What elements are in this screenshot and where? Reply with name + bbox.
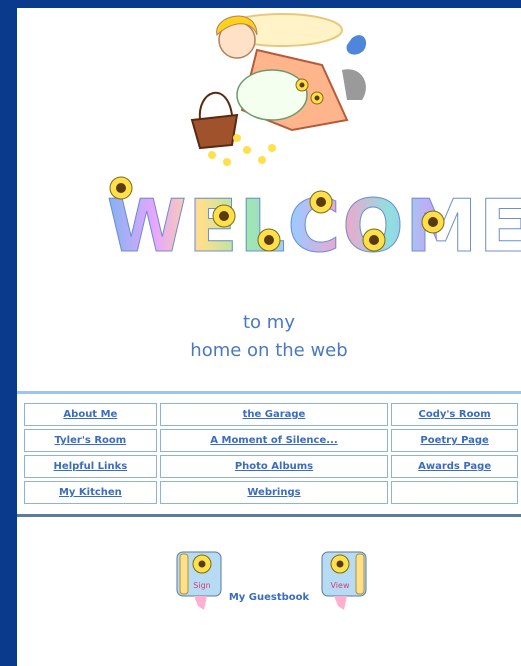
sunflower-icon (309, 190, 333, 214)
nav-panel: About Me the Garage Cody's Room Tyler's … (17, 391, 521, 517)
link-my-kitchen[interactable]: My Kitchen (59, 487, 122, 498)
nav-row: My Kitchen Webrings (24, 481, 518, 504)
nav-cell: Photo Albums (159, 455, 389, 478)
nav-cell: Webrings (159, 481, 389, 504)
nav-cell: the Garage (159, 403, 389, 426)
nav-cell: A Moment of Silence... (159, 429, 389, 452)
sign-label: Sign (193, 581, 210, 590)
nav-row: About Me the Garage Cody's Room (24, 403, 518, 426)
nav-cell: About Me (24, 403, 157, 426)
nav-cell: Cody's Room (391, 403, 518, 426)
nav-cell: My Kitchen (24, 481, 157, 504)
link-awards-page[interactable]: Awards Page (418, 461, 491, 472)
sunflower-icon (421, 210, 445, 234)
nav-cell-empty (391, 481, 518, 504)
link-tylers-room[interactable]: Tyler's Room (55, 435, 127, 446)
welcome-subtitle-line1: to my (243, 312, 295, 333)
welcome-banner: WELCOME (107, 176, 521, 271)
nav-cell: Poetry Page (391, 429, 518, 452)
link-moment-of-silence[interactable]: A Moment of Silence... (210, 435, 337, 446)
page-content: WELCOME to my home on the web About Me t… (17, 8, 521, 666)
nav-cell: Tyler's Room (24, 429, 157, 452)
guestbook-label[interactable]: My Guestbook (17, 592, 521, 603)
nav-row: Tyler's Room A Moment of Silence... Poet… (24, 429, 518, 452)
sunflower-icon (109, 176, 133, 200)
link-webrings[interactable]: Webrings (247, 487, 300, 498)
welcome-text: WELCOME (107, 184, 521, 269)
link-codys-room[interactable]: Cody's Room (418, 409, 490, 420)
nav-row: Helpful Links Photo Albums Awards Page (24, 455, 518, 478)
nav-cell: Awards Page (391, 455, 518, 478)
sunflower-icon (362, 228, 386, 252)
guestbook-icons: Sign View (176, 551, 367, 610)
link-helpful-links[interactable]: Helpful Links (54, 461, 128, 472)
welcome-subtitle-line2: home on the web (190, 340, 348, 361)
link-poetry-page[interactable]: Poetry Page (420, 435, 488, 446)
sunflower-icon (212, 204, 236, 228)
angel-illustration (190, 13, 367, 166)
link-the-garage[interactable]: the Garage (243, 409, 306, 420)
sunflower-icon (257, 228, 281, 252)
link-photo-albums[interactable]: Photo Albums (235, 461, 313, 472)
nav-cell: Helpful Links (24, 455, 157, 478)
view-label: View (331, 581, 350, 590)
nav-table: About Me the Garage Cody's Room Tyler's … (21, 400, 521, 507)
link-about-me[interactable]: About Me (63, 409, 117, 420)
